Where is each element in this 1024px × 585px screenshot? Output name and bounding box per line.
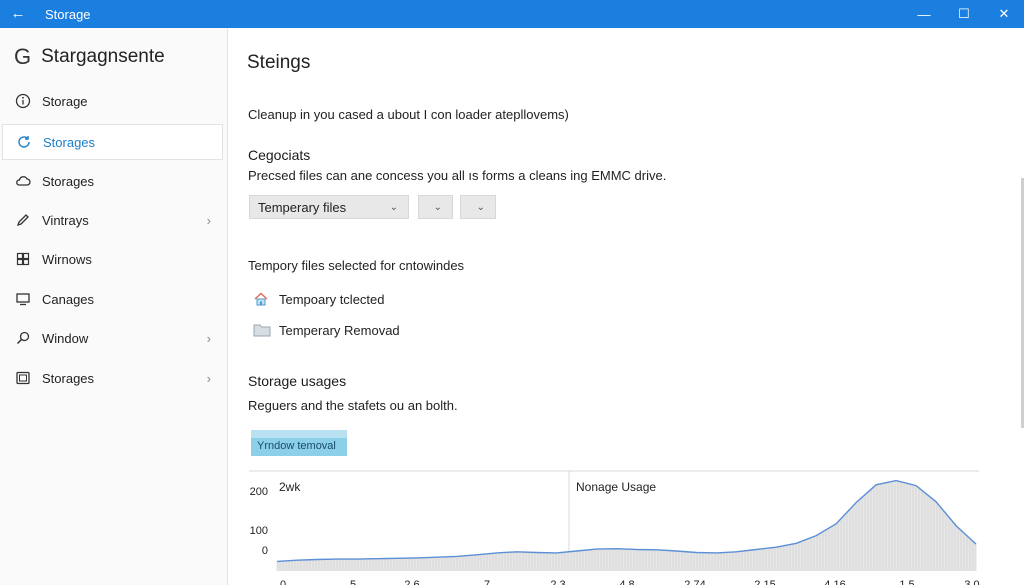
app-header: G Stargagnsente <box>14 44 165 70</box>
sidebar-item-label: Wirnows <box>42 251 92 267</box>
x-tick-label: 2 3 <box>550 579 565 585</box>
chevron-right-icon: › <box>206 330 211 346</box>
sidebar: G Stargagnsente Storage Storages Storage… <box>0 28 228 585</box>
section-description-usage: Reguers and the stafets ou an bolth. <box>248 398 458 413</box>
x-tick-label: 4 16 <box>824 579 845 585</box>
dropdown-value: Temperary files <box>258 199 347 215</box>
x-tick-label: 2 74 <box>684 579 705 585</box>
sidebar-item-label: Storages <box>42 370 95 386</box>
secondary-dropdown[interactable]: ⌄ <box>418 195 453 219</box>
chevron-down-icon: ⌄ <box>476 201 485 213</box>
back-button[interactable]: ← <box>0 0 36 28</box>
chevron-down-icon: ⌄ <box>389 201 398 213</box>
sidebar-item-label: Canages <box>42 291 95 307</box>
y-tick-label: 0 <box>262 545 268 557</box>
sidebar-item-storages-selected[interactable]: Storages <box>2 124 223 160</box>
sidebar-item-storage[interactable]: Storage <box>2 83 223 119</box>
x-tick-label: 7 <box>484 579 490 585</box>
minimize-button[interactable]: — <box>904 0 944 28</box>
file-item-temporary-removed[interactable]: Temperary Removad <box>253 322 400 338</box>
tertiary-dropdown[interactable]: ⌄ <box>460 195 496 219</box>
x-tick-label: 3.0 <box>964 579 979 585</box>
section-title-usage: Storage usages <box>248 373 347 389</box>
page-title: Steings <box>247 52 311 73</box>
sidebar-item-vintrays[interactable]: Vintrays › <box>2 202 223 238</box>
section-description-cleanup: Precsed files can ane concess you all ıs… <box>248 168 667 183</box>
file-type-dropdown[interactable]: Temperary files ⌄ <box>249 195 409 219</box>
home-icon <box>253 291 271 307</box>
intro-text: Cleanup in you cased a ubout I con loade… <box>248 107 569 122</box>
x-tick-label: 1.5 <box>899 579 914 585</box>
x-tick-label: 0 <box>280 579 286 585</box>
main-content: Steings Cleanup in you cased a ubout I c… <box>229 28 1024 585</box>
sidebar-item-label: Storages <box>42 173 95 189</box>
sidebar-item-wirnows[interactable]: Wirnows <box>2 241 223 277</box>
y-tick-label: 200 <box>250 486 268 498</box>
sidebar-item-label: Vintrays <box>42 212 89 228</box>
folder-icon <box>253 322 271 338</box>
chevron-down-icon: ⌄ <box>433 201 442 213</box>
sidebar-item-label: Window <box>42 330 89 346</box>
search-icon <box>14 329 32 347</box>
section-title-cleanup: Cegociats <box>248 147 311 163</box>
cloud-icon <box>14 172 32 190</box>
file-item-temporary-selected[interactable]: Tempoary tclected <box>253 291 385 307</box>
monitor-icon <box>14 290 32 308</box>
chart-label-mid: Nonage Usage <box>576 480 656 494</box>
chart-label-left: 2wk <box>279 480 301 494</box>
close-button[interactable]: ✕ <box>984 0 1024 28</box>
maximize-button[interactable]: ☐ <box>944 0 984 28</box>
app-logo: G <box>14 44 32 69</box>
window-title: Storage <box>45 6 91 22</box>
refresh-icon <box>15 133 33 151</box>
x-tick-label: 2 15 <box>754 579 775 585</box>
title-bar: ← Storage — ☐ ✕ <box>0 0 1024 28</box>
y-tick-label: 100 <box>250 525 268 537</box>
x-tick-label: 4 8 <box>619 579 634 585</box>
sidebar-item-label: Storages <box>43 134 96 150</box>
file-item-label: Temperary Removad <box>279 322 400 338</box>
sidebar-item-storages-cloud[interactable]: Storages <box>2 163 223 199</box>
window-controls: — ☐ ✕ <box>904 0 1024 28</box>
usage-chart: 2wk Nonage Usage 200 100 0 0 5 2 6 7 2 3 4 8 2 74… <box>249 470 980 585</box>
sidebar-item-window[interactable]: Window › <box>2 320 223 356</box>
file-item-label: Tempoary tclected <box>279 291 385 307</box>
selected-files-text: Tempory files selected for cntowindes <box>248 258 465 273</box>
pen-icon <box>14 211 32 229</box>
chevron-right-icon: › <box>206 370 211 386</box>
app-title: Stargagnsente <box>41 46 165 67</box>
sidebar-item-canages[interactable]: Canages <box>2 281 223 317</box>
chevron-right-icon: › <box>206 212 211 228</box>
tablet-icon <box>14 369 32 387</box>
sidebar-item-storages-tablet[interactable]: Storages › <box>2 360 223 396</box>
x-tick-label: 5 <box>350 579 356 585</box>
legend-entry[interactable]: Yrndow temoval <box>251 430 347 456</box>
x-tick-label: 2 6 <box>404 579 419 585</box>
sidebar-item-label: Storage <box>42 93 88 109</box>
info-icon <box>14 92 32 110</box>
apps-icon <box>14 250 32 268</box>
